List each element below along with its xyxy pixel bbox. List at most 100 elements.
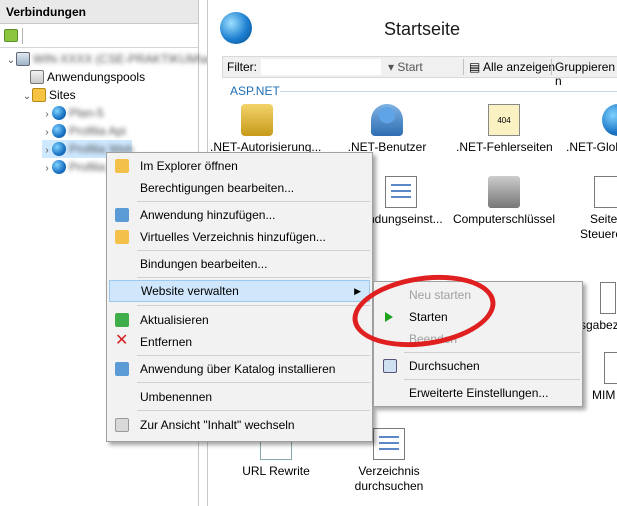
menu-separator [137, 305, 370, 306]
content-view-icon [115, 418, 129, 432]
menu-item-add-virtual-directory[interactable]: Virtuelles Verzeichnis hinzufügen... [109, 226, 370, 248]
globe-icon [602, 104, 617, 136]
menu-item-rename[interactable]: Umbenennen [109, 386, 370, 408]
feature-output-caching[interactable]: sgabez [580, 282, 617, 332]
install-gallery-icon [115, 362, 129, 376]
menu-item-label: Entfernen [140, 335, 193, 349]
feature-label: sgabez [580, 318, 617, 332]
menu-separator [137, 410, 370, 411]
menu-item-refresh[interactable]: Aktualisieren [109, 309, 370, 331]
menu-item-label: Anwendung über Katalog installieren [140, 362, 336, 376]
feature-net-error-pages[interactable]: 404 .NET-Fehlerseiten [456, 104, 553, 154]
list-icon [385, 176, 417, 208]
feature-net-authorization[interactable]: .NET-Autorisierung... [210, 104, 321, 154]
menu-item-label: Virtuelles Verzeichnis hinzufügen... [140, 230, 326, 244]
menu-item-switch-content-view[interactable]: Zur Ansicht "Inhalt" wechseln [109, 414, 370, 436]
feature-mime-types[interactable]: MIM [592, 352, 617, 402]
directory-browse-icon [373, 428, 405, 460]
section-header-aspnet: ASP.NET [230, 84, 280, 98]
submenu-arrow-icon: ▶ [354, 286, 361, 296]
filter-start-label: Start [397, 60, 423, 74]
connect-icon[interactable] [4, 29, 18, 42]
menu-separator [404, 379, 580, 380]
feature-machine-key[interactable]: Computerschlüssel [452, 176, 556, 226]
menu-item-manage-website[interactable]: Website verwalten ▶ [109, 280, 370, 302]
chevron-right-icon[interactable]: › [42, 160, 52, 178]
menu-item-remove[interactable]: ✕ Entfernen [109, 331, 370, 353]
app-pool-icon [30, 70, 44, 84]
menu-item-edit-bindings[interactable]: Bindungen bearbeiten... [109, 253, 370, 275]
feature-net-users[interactable]: .NET-Benutzer [342, 104, 432, 154]
submenu-item-browse[interactable]: Durchsuchen [376, 355, 580, 377]
globe-icon [52, 106, 66, 120]
menu-item-label: Bindungen bearbeiten... [140, 257, 268, 271]
feature-label: MIM [592, 388, 616, 402]
menu-item-install-from-gallery[interactable]: Anwendung über Katalog installieren [109, 358, 370, 380]
chevron-down-icon[interactable]: ⌄ [22, 88, 32, 106]
menu-item-label: Website verwalten [141, 284, 239, 298]
filter-label: Filter: [227, 60, 257, 74]
feature-label: Computerschlüssel [452, 212, 556, 226]
document-icon [600, 282, 616, 314]
globe-icon [52, 142, 66, 156]
explorer-icon [115, 159, 129, 173]
sites-folder-icon [32, 88, 46, 102]
menu-separator [137, 355, 370, 356]
feature-net-globalization[interactable]: .NET-Glob [566, 104, 617, 154]
tree-site-item[interactable]: › Profilia Api [42, 122, 126, 140]
feature-label: Verzeichnis [358, 464, 420, 478]
globe-icon [52, 124, 66, 138]
section-divider [280, 91, 617, 92]
menu-separator [137, 201, 370, 202]
feature-label: Steuere [580, 227, 617, 241]
separator [463, 59, 464, 75]
menu-separator [404, 352, 580, 353]
feature-label: ndungseinst... [368, 212, 443, 226]
menu-item-label: Aktualisieren [140, 313, 209, 327]
tree-app-pools[interactable]: Anwendungspools [30, 68, 145, 86]
feature-app-settings[interactable]: ndungseinst... [368, 176, 443, 226]
funnel-icon: ▾ [388, 60, 398, 74]
feature-pages-controls[interactable]: Seite Steuere [576, 176, 617, 242]
menu-item-label: Im Explorer öffnen [140, 159, 238, 173]
menu-separator [137, 277, 370, 278]
show-all-button[interactable]: ▤ Alle anzeigen [469, 60, 555, 74]
feature-label: .NET-Fehlerseiten [456, 140, 553, 154]
feature-label: durchsuchen [354, 479, 424, 493]
menu-item-add-application[interactable]: Anwendung hinzufügen... [109, 204, 370, 226]
submenu-item-label: Durchsuchen [409, 359, 480, 373]
document-icon [594, 176, 617, 208]
filter-start-button[interactable]: ▾ Start [388, 60, 423, 74]
menu-item-edit-permissions[interactable]: Berechtigungen bearbeiten... [109, 177, 370, 199]
folder-add-icon [115, 230, 129, 244]
remove-x-icon: ✕ [115, 332, 129, 349]
group-by-button[interactable]: Gruppieren n [555, 60, 617, 88]
menu-item-label: Zur Ansicht "Inhalt" wechseln [140, 418, 295, 432]
error-404-icon: 404 [488, 104, 520, 136]
menu-separator [137, 250, 370, 251]
submenu-item-advanced-settings[interactable]: Erweiterte Einstellungen... [376, 382, 580, 404]
page-title: Startseite [384, 19, 461, 39]
show-all-label: Alle anzeigen [483, 60, 556, 74]
connections-title: Verbindungen [0, 0, 198, 24]
key-icon [488, 176, 520, 208]
globe-icon [220, 12, 252, 44]
menu-item-label: Anwendung hinzufügen... [140, 208, 276, 222]
submenu-item-label: Erweiterte Einstellungen... [409, 386, 549, 400]
server-icon [16, 52, 30, 66]
show-all-icon: ▤ [469, 60, 484, 74]
chevron-down-icon[interactable]: ⌄ [6, 52, 16, 70]
globe-icon [52, 160, 66, 174]
site-label: Plan-5 [69, 106, 104, 120]
connections-toolbar [0, 24, 198, 48]
filter-input[interactable] [261, 59, 381, 75]
separator [551, 59, 552, 75]
feature-label: .NET-Glob [566, 140, 617, 154]
toolbar-separator [22, 28, 23, 44]
tree-site-item[interactable]: › Plan-5 [42, 104, 104, 122]
menu-separator [137, 382, 370, 383]
menu-item-open-in-explorer[interactable]: Im Explorer öffnen [109, 155, 370, 177]
tree-server-node[interactable]: ⌄ WIN-XXXX (CSE-PRAKTIKUM\admin) [6, 50, 238, 68]
menu-item-label: Umbenennen [140, 390, 213, 404]
tree-sites[interactable]: ⌄ Sites [22, 86, 76, 104]
